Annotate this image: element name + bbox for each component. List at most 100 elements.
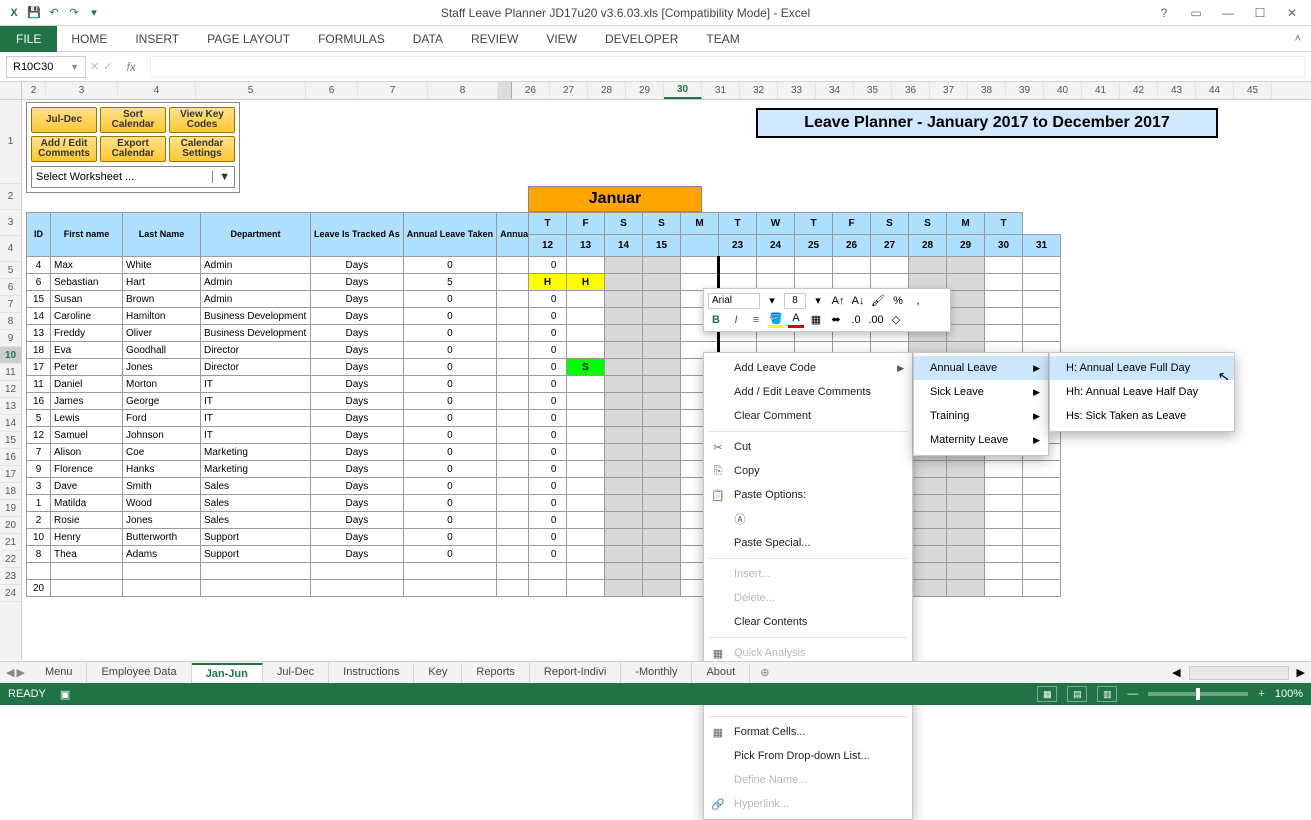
day-cell[interactable] (605, 393, 643, 410)
cell[interactable]: Days (311, 444, 404, 461)
day-cell[interactable] (529, 308, 567, 325)
day-cell[interactable] (605, 461, 643, 478)
cell[interactable]: Days (311, 427, 404, 444)
day-cell[interactable] (529, 529, 567, 546)
day-cell[interactable] (1023, 580, 1061, 597)
zoom-in-icon[interactable]: + (1258, 688, 1264, 700)
staff-table[interactable]: ID First name Last Name Department Leave… (26, 212, 611, 597)
clear-format-icon[interactable]: ◇ (888, 312, 904, 328)
col-header[interactable]: 39 (1006, 82, 1044, 99)
cell[interactable]: 5 (403, 274, 496, 291)
row-header[interactable]: 5 (0, 262, 21, 279)
cell[interactable]: Daniel (51, 376, 123, 393)
day-cell[interactable] (947, 274, 985, 291)
cell[interactable]: Admin (201, 274, 311, 291)
day-cell[interactable]: H (567, 274, 605, 291)
row-header[interactable]: 16 (0, 449, 21, 466)
table-row[interactable]: 2RosieJonesSalesDays00 (27, 512, 611, 529)
font-color-icon[interactable]: A (788, 312, 804, 328)
cell[interactable]: Brown (123, 291, 201, 308)
table-row[interactable]: 9FlorenceHanksMarketingDays00 (27, 461, 611, 478)
row-header[interactable]: 2 (0, 184, 21, 210)
cell[interactable]: Oliver (123, 325, 201, 342)
cell[interactable]: 0 (403, 512, 496, 529)
page-layout-view-icon[interactable]: ▤ (1067, 686, 1087, 702)
day-cell[interactable] (947, 546, 985, 563)
day-cell[interactable] (909, 580, 947, 597)
day-cell[interactable] (947, 512, 985, 529)
day-cell[interactable] (643, 393, 681, 410)
sheet-tab[interactable]: Jul-Dec (263, 663, 329, 683)
cell[interactable]: Days (311, 325, 404, 342)
cell[interactable]: Rosie (51, 512, 123, 529)
sheet-tab[interactable]: Key (414, 663, 462, 683)
cell[interactable]: Days (311, 342, 404, 359)
name-box-dropdown-icon[interactable]: ▼ (70, 62, 79, 72)
cell[interactable]: James (51, 393, 123, 410)
name-box[interactable]: R10C30 ▼ (6, 56, 86, 78)
fx-icon[interactable]: fx (116, 60, 145, 74)
day-cell[interactable] (567, 580, 605, 597)
submenu-item[interactable]: Maternity Leave▶ (914, 428, 1048, 452)
ctx-item[interactable]: ✂Cut (704, 435, 912, 459)
day-cell[interactable] (529, 393, 567, 410)
day-cell[interactable] (643, 325, 681, 342)
day-cell[interactable] (529, 291, 567, 308)
row-header[interactable]: 3 (0, 210, 21, 236)
col-header[interactable]: 45 (1234, 82, 1272, 99)
cell[interactable]: Business Development (201, 308, 311, 325)
day-cell[interactable] (1023, 291, 1061, 308)
col-header[interactable]: 3 (46, 82, 118, 99)
th-taken[interactable]: Annual Leave Taken (403, 213, 496, 257)
tab-formulas[interactable]: FORMULAS (304, 27, 399, 51)
cell[interactable]: 0 (403, 546, 496, 563)
ctx-item[interactable]: Pick From Drop-down List... (704, 744, 912, 768)
cell[interactable]: Freddy (51, 325, 123, 342)
day-cell[interactable] (567, 512, 605, 529)
day-cell[interactable] (1023, 512, 1061, 529)
cell[interactable]: Days (311, 274, 404, 291)
ctx-item[interactable]: 📋Paste Options: (704, 483, 912, 507)
select-worksheet-dropdown[interactable]: Select Worksheet ... ▼ (31, 166, 235, 188)
day-cell[interactable] (985, 478, 1023, 495)
sheet-prev-icon[interactable]: ◀ (6, 666, 14, 679)
cell[interactable]: Thea (51, 546, 123, 563)
select-all-corner[interactable] (0, 82, 22, 99)
submenu-item[interactable]: Annual Leave▶ (914, 356, 1048, 380)
row-header[interactable]: 22 (0, 551, 21, 568)
ctx-item[interactable]: ⎘Copy (704, 459, 912, 483)
cell[interactable]: Admin (201, 291, 311, 308)
cell[interactable]: Days (311, 393, 404, 410)
cell[interactable]: Caroline (51, 308, 123, 325)
day-cell[interactable] (643, 410, 681, 427)
cell[interactable]: Eva (51, 342, 123, 359)
day-cell[interactable] (985, 495, 1023, 512)
table-row[interactable] (27, 563, 611, 580)
day-cell[interactable] (681, 257, 719, 274)
cell[interactable]: Lewis (51, 410, 123, 427)
col-header[interactable]: 44 (1196, 82, 1234, 99)
bold-icon[interactable]: B (708, 312, 724, 328)
tab-developer[interactable]: DEVELOPER (591, 27, 692, 51)
cell[interactable]: Hart (123, 274, 201, 291)
day-cell[interactable] (567, 444, 605, 461)
macro-record-icon[interactable]: ▣ (60, 688, 70, 701)
sheet-tab[interactable]: -Monthly (621, 663, 692, 683)
cell[interactable]: Sales (201, 478, 311, 495)
row-header[interactable]: 1 (0, 100, 21, 184)
day-cell[interactable] (643, 546, 681, 563)
qat-customize-icon[interactable]: ▾ (86, 5, 102, 21)
col-header[interactable]: 33 (778, 82, 816, 99)
enter-formula-icon[interactable]: ✓ (103, 60, 112, 73)
undo-icon[interactable]: ↶ (46, 5, 62, 21)
formula-input[interactable] (150, 56, 1305, 78)
cell[interactable] (51, 563, 123, 580)
normal-view-icon[interactable]: ▦ (1037, 686, 1057, 702)
day-cell[interactable] (605, 291, 643, 308)
cell[interactable] (403, 580, 496, 597)
cell[interactable]: Susan (51, 291, 123, 308)
day-cell[interactable] (1023, 325, 1061, 342)
row-header[interactable]: 10 (0, 347, 21, 364)
col-header[interactable]: 6 (306, 82, 358, 99)
cell[interactable]: IT (201, 427, 311, 444)
